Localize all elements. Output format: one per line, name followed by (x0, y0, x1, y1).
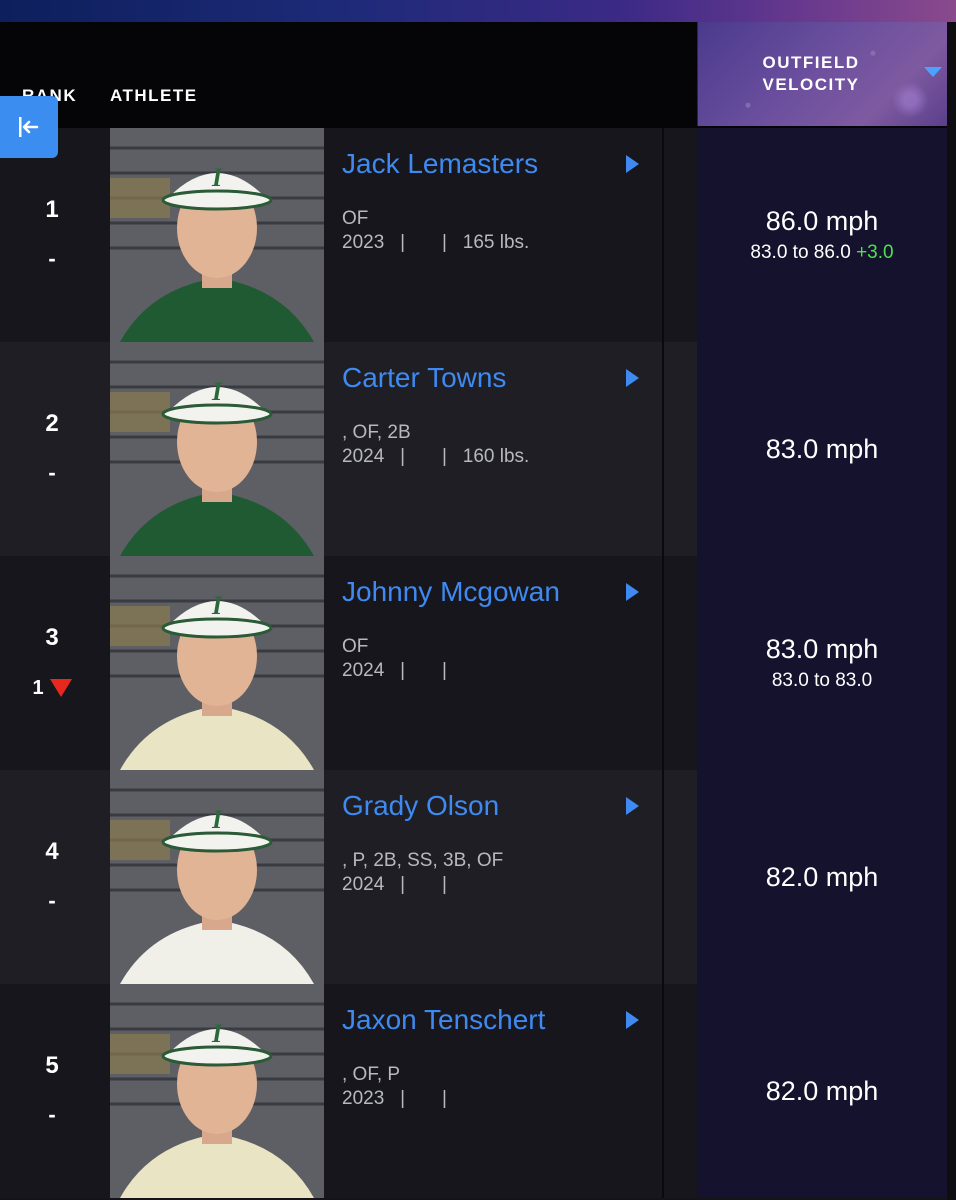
athlete-photo-image: I (110, 770, 324, 984)
right-edge (947, 22, 956, 1200)
column-divider (662, 984, 664, 1198)
athlete-name-link[interactable]: Johnny Mcgowan (342, 576, 560, 608)
athlete-positions: OF (342, 208, 369, 229)
rank-change: 1 (0, 674, 104, 700)
rank-change-value: - (48, 888, 56, 913)
athlete-photo[interactable]: I (110, 556, 324, 770)
rank-change-value: - (48, 460, 56, 485)
athlete-photo[interactable]: I (110, 984, 324, 1198)
play-icon[interactable] (626, 583, 639, 601)
svg-text:I: I (211, 805, 223, 834)
column-divider (662, 342, 664, 556)
velocity-cell: 86.0 mph 83.0 to 86.0 +3.0 (697, 128, 947, 342)
top-banner (0, 0, 956, 22)
rank-change: - (0, 460, 104, 486)
athlete-name-link[interactable]: Grady Olson (342, 790, 499, 822)
rank-number: 1 (45, 196, 59, 223)
athlete-row[interactable]: 1 - I Jack Lemasters OF 2023 | | 165 lbs… (0, 128, 956, 342)
sort-desc-icon[interactable] (924, 67, 942, 77)
athlete-row[interactable]: 5 - I Jaxon Tenschert , OF, P 2023 | | 8… (0, 984, 956, 1198)
metric-title: OUTFIELD VELOCITY (736, 52, 886, 96)
svg-text:I: I (211, 377, 223, 406)
velocity-cell: 82.0 mph (697, 984, 947, 1198)
velocity-range: 83.0 to 86.0 +3.0 (697, 242, 947, 264)
rank-change: - (0, 888, 104, 914)
outfield-velocity-column-header[interactable]: OUTFIELD VELOCITY (697, 22, 948, 126)
athlete-details: 2024 | | (342, 660, 447, 681)
rank-number: 5 (45, 1052, 59, 1079)
athlete-column-header[interactable]: ATHLETE (110, 86, 198, 106)
column-divider (662, 556, 664, 770)
rank-number: 2 (45, 410, 59, 437)
velocity-value: 83.0 mph (765, 434, 879, 464)
play-icon[interactable] (626, 1011, 639, 1029)
column-divider (662, 128, 664, 342)
athlete-row[interactable]: 3 1 I Johnny Mcgowan OF 2024 | | 83.0 mp… (0, 556, 956, 770)
svg-text:I: I (211, 1019, 223, 1048)
athlete-photo-image: I (110, 556, 324, 770)
metric-title-line1: OUTFIELD (762, 53, 860, 72)
athlete-details: 2024 | | 160 lbs. (342, 446, 530, 467)
athlete-positions: OF (342, 636, 369, 657)
velocity-range: 83.0 to 83.0 (697, 670, 947, 692)
metric-title-line2: VELOCITY (762, 75, 860, 94)
athlete-positions: , OF, 2B (342, 422, 411, 443)
column-divider (662, 770, 664, 984)
collapse-sidebar-button[interactable] (0, 96, 58, 158)
collapse-left-icon (19, 117, 39, 137)
rank-number: 4 (45, 838, 59, 865)
rank-change-value: 1 (32, 677, 44, 699)
athlete-photo-image: I (110, 984, 324, 1198)
athlete-details: 2023 | | 165 lbs. (342, 232, 530, 253)
velocity-value: 83.0 mph (765, 634, 879, 664)
athlete-details: 2024 | | (342, 874, 447, 895)
athlete-photo-image: I (110, 342, 324, 556)
athlete-row[interactable]: 4 - I Grady Olson , P, 2B, SS, 3B, OF 20… (0, 770, 956, 984)
athlete-name-link[interactable]: Jaxon Tenschert (342, 1004, 545, 1036)
rank-change-value: - (48, 246, 56, 271)
athlete-positions: , P, 2B, SS, 3B, OF (342, 850, 504, 871)
rank-change: - (0, 246, 104, 272)
velocity-delta: +3.0 (856, 242, 894, 263)
rank-number: 3 (45, 624, 59, 651)
athlete-name-link[interactable]: Carter Towns (342, 362, 506, 394)
athlete-positions: , OF, P (342, 1064, 401, 1085)
athlete-photo[interactable]: I (110, 342, 324, 556)
velocity-cell: 83.0 mph (697, 342, 947, 556)
play-icon[interactable] (626, 797, 639, 815)
svg-text:I: I (211, 591, 223, 620)
athlete-details: 2023 | | (342, 1088, 447, 1109)
rank-change-value: - (48, 1102, 56, 1127)
velocity-value: 82.0 mph (765, 1076, 879, 1106)
athlete-photo[interactable]: I (110, 770, 324, 984)
rank-change: - (0, 1102, 104, 1128)
velocity-cell: 83.0 mph 83.0 to 83.0 (697, 556, 947, 770)
velocity-value: 82.0 mph (765, 862, 879, 892)
athlete-row[interactable]: 2 - I Carter Towns , OF, 2B 2024 | | 160… (0, 342, 956, 556)
play-icon[interactable] (626, 155, 639, 173)
athlete-photo-image: I (110, 128, 324, 342)
athlete-name-link[interactable]: Jack Lemasters (342, 148, 538, 180)
velocity-value: 86.0 mph (765, 206, 879, 236)
play-icon[interactable] (626, 369, 639, 387)
svg-text:I: I (211, 163, 223, 192)
rank-down-icon (49, 679, 72, 698)
velocity-range-text: 83.0 to 86.0 (750, 242, 851, 263)
athlete-photo[interactable]: I (110, 128, 324, 342)
velocity-range-text: 83.0 to 83.0 (771, 670, 873, 691)
velocity-cell: 82.0 mph (697, 770, 947, 984)
